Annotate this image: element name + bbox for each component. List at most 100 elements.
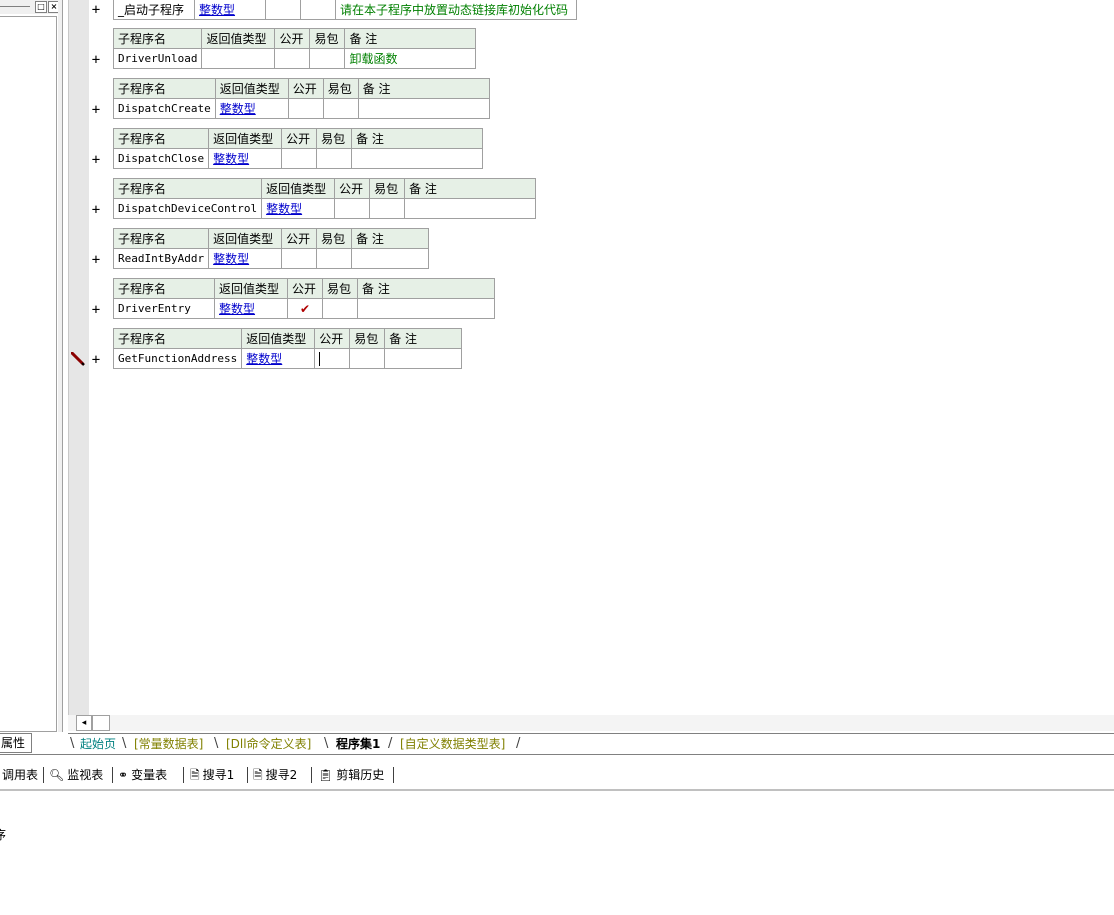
tab-custom-data-type-table[interactable]: [自定义数据类型表] [400, 736, 505, 752]
header-remark: 备 注 [357, 78, 490, 99]
return-type-link[interactable]: 整数型 [220, 102, 256, 116]
expand-icon[interactable]: + [90, 3, 102, 17]
subroutine-name[interactable]: ReadIntByAddr [112, 248, 210, 269]
return-type-cell[interactable]: 整数型 [194, 0, 266, 20]
properties-tab[interactable]: 属性 [0, 733, 32, 753]
header-return-type: 返回值类型 [208, 128, 283, 149]
table-row: ReadIntByAddr 整数型 [112, 248, 430, 269]
expand-icon[interactable]: + [90, 353, 102, 367]
editor-horizontal-scrollbar[interactable] [68, 715, 1114, 731]
header-public: 公开 [281, 128, 318, 149]
expand-icon[interactable]: + [90, 153, 102, 167]
subroutine-name[interactable]: _启动子程序 [113, 0, 195, 20]
tab-start-page[interactable]: 起始页 [80, 736, 116, 752]
expand-icon[interactable]: + [90, 303, 102, 317]
easy-pack-cell[interactable] [316, 248, 353, 269]
header-public: 公开 [314, 328, 351, 349]
easy-pack-cell[interactable] [322, 98, 359, 119]
search-doc-icon: 🗎︎ [253, 768, 263, 782]
output-pane[interactable]: 序 [0, 791, 1114, 915]
public-cell[interactable] [287, 98, 324, 119]
subroutine-name[interactable]: GetFunctionAddress [112, 348, 243, 369]
return-type-cell[interactable]: 整数型 [214, 98, 289, 119]
left-panel-titlebar: □ × [0, 0, 62, 14]
tab-assembly-1[interactable]: 程序集1 [336, 736, 380, 752]
return-type-link[interactable]: 整数型 [219, 302, 255, 316]
output-text: 序 [0, 828, 7, 842]
header-remark: 备 注 [357, 278, 495, 299]
text-caret [319, 351, 321, 366]
remark-cell[interactable] [357, 298, 495, 319]
public-cell[interactable]: ✔ [287, 298, 323, 319]
scroll-left-arrow-icon[interactable]: ◂ [76, 715, 92, 731]
tool-tab-search-2[interactable]: 🗎︎ 搜寻2 [253, 767, 297, 783]
tab-dll-command-table[interactable]: [Dll命令定义表] [226, 736, 311, 752]
easy-pack-cell[interactable] [309, 48, 346, 69]
left-panel-scrollbar[interactable] [58, 0, 62, 732]
subroutine-name[interactable]: DispatchClose [112, 148, 210, 169]
divider [112, 767, 113, 783]
remark-cell[interactable]: 卸载函数 [344, 48, 477, 69]
header-remark: 备 注 [344, 28, 477, 49]
return-type-cell[interactable]: 整数型 [208, 148, 283, 169]
return-type-link[interactable]: 整数型 [199, 3, 235, 17]
subroutine-name[interactable]: DriverUnload [112, 48, 203, 69]
header-remark: 备 注 [351, 128, 484, 149]
remark-cell[interactable]: 请在本子程序中放置动态链接库初始化代码 [335, 0, 577, 20]
divider [311, 767, 312, 783]
expand-icon[interactable]: + [90, 53, 102, 67]
subroutine-table: 子程序名 返回值类型 公开 易包 备 注 DispatchDeviceContr… [112, 178, 537, 219]
scrollbar-thumb[interactable] [92, 715, 110, 731]
remark-cell[interactable] [351, 148, 484, 169]
tool-tab-clip-history[interactable]: 📋︎ 剪辑历史 [318, 767, 384, 783]
divider [0, 754, 1114, 755]
return-type-link[interactable]: 整数型 [266, 202, 302, 216]
table-row: DispatchCreate 整数型 [113, 98, 490, 119]
remark-cell[interactable] [404, 198, 537, 219]
remark-cell[interactable] [357, 98, 490, 119]
easy-pack-cell[interactable] [369, 198, 406, 219]
easy-pack-cell[interactable] [349, 348, 386, 369]
return-type-link[interactable]: 整数型 [213, 252, 249, 266]
header-easy-pack: 易包 [322, 278, 358, 299]
easy-pack-cell[interactable] [300, 0, 336, 20]
expand-icon[interactable]: + [90, 203, 102, 217]
public-cell[interactable] [281, 248, 318, 269]
expand-icon[interactable]: + [90, 103, 102, 117]
subroutine-name[interactable]: DispatchDeviceControl [112, 198, 263, 219]
return-type-cell[interactable]: 整数型 [208, 248, 283, 269]
public-cell[interactable] [265, 0, 301, 20]
public-cell[interactable] [334, 198, 371, 219]
pin-icon[interactable]: □ [35, 1, 47, 13]
subroutine-table: 子程序名 返回值类型 公开 易包 备 注 DispatchCreate 整数型 [113, 78, 490, 119]
tool-tab-search-1[interactable]: 🗎︎ 搜寻1 [190, 767, 234, 783]
tool-tab-watch[interactable]: 🔍︎ 监视表 [49, 767, 103, 783]
table-header-row: 子程序名 返回值类型 公开 易包 备 注 [113, 78, 490, 99]
tool-tab-call-table[interactable]: 调用表 [2, 767, 38, 783]
subroutine-name[interactable]: DispatchCreate [113, 98, 216, 119]
table-row: DispatchDeviceControl 整数型 [112, 198, 537, 219]
remark-cell[interactable] [351, 248, 430, 269]
table-row: DispatchClose 整数型 [112, 148, 484, 169]
return-type-link[interactable]: 整数型 [246, 352, 282, 366]
easy-pack-cell[interactable] [322, 298, 358, 319]
clipboard-icon: 📋︎ [318, 768, 334, 782]
return-type-cell[interactable]: 整数型 [214, 298, 288, 319]
public-cell[interactable] [281, 148, 318, 169]
public-cell[interactable] [314, 348, 351, 369]
return-type-cell[interactable] [201, 48, 276, 69]
tool-tab-variables[interactable]: ⚭ 变量表 [118, 767, 167, 783]
expand-icon[interactable]: + [90, 253, 102, 267]
header-return-type: 返回值类型 [261, 178, 336, 199]
subroutine-name[interactable]: DriverEntry [113, 298, 215, 319]
return-type-link[interactable]: 整数型 [213, 152, 249, 166]
divider [393, 767, 394, 783]
public-cell[interactable] [274, 48, 311, 69]
remark-cell[interactable] [384, 348, 463, 369]
titlebar-grip [0, 6, 30, 7]
tab-constant-data-table[interactable]: [常量数据表] [134, 736, 203, 752]
return-type-cell[interactable]: 整数型 [241, 348, 316, 369]
easy-pack-cell[interactable] [316, 148, 353, 169]
return-type-cell[interactable]: 整数型 [261, 198, 336, 219]
subroutine-table: 子程序名 返回值类型 公开 易包 备 注 DispatchClose 整数型 [112, 128, 484, 169]
